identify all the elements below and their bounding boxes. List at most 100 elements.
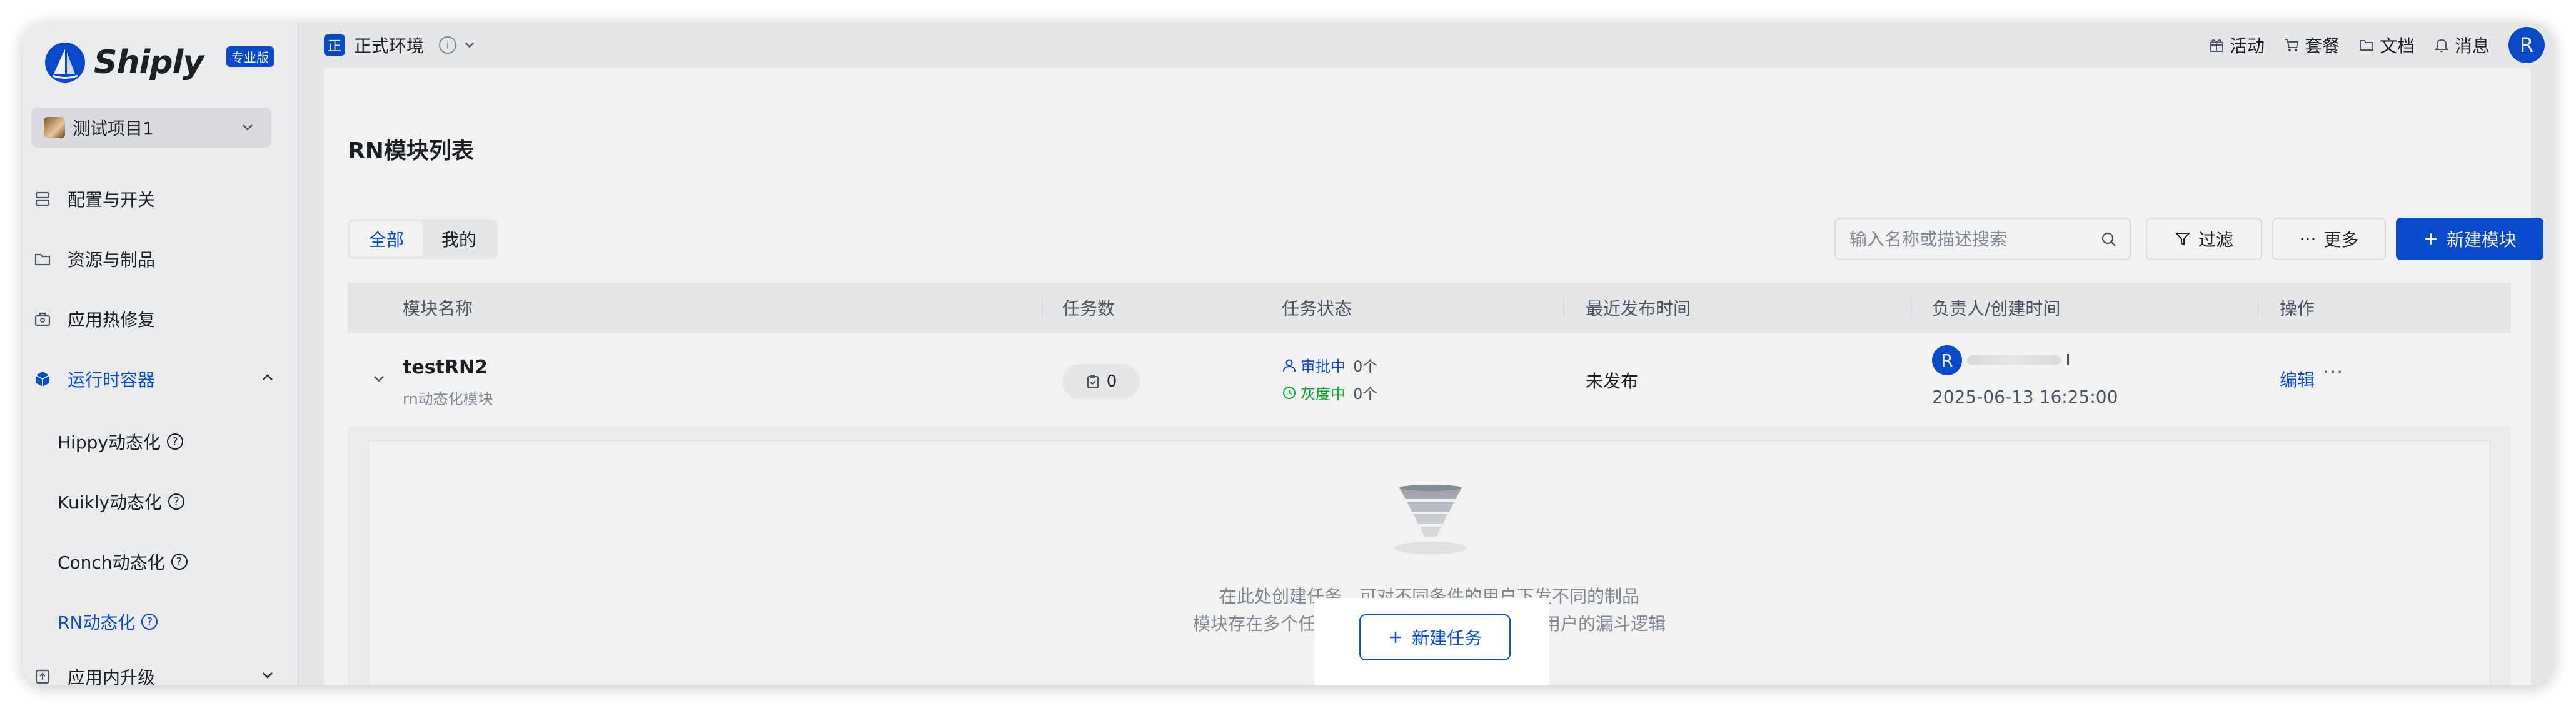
col-owner: 负责人/创建时间	[1932, 298, 2061, 319]
user-icon	[1283, 359, 1296, 372]
gift-icon	[2209, 39, 2223, 52]
funnel-icon	[2175, 233, 2191, 246]
table-header: 模块名称 任务数 任务状态 最近发布时间 负责人/创建时间 操作	[348, 283, 2511, 333]
project-selector[interactable]: 测试项目1	[31, 108, 271, 148]
last-publish: 未发布	[1586, 371, 1639, 392]
funnel-illustration	[1394, 485, 1467, 554]
owner-name-redacted	[1967, 355, 2061, 365]
activity-label: 活动	[2229, 36, 2265, 56]
chevron-down-icon[interactable]	[370, 370, 388, 388]
more-button[interactable]: ··· 更多	[2272, 218, 2386, 260]
new-module-label: 新建模块	[2446, 230, 2517, 250]
sidebar-item-label: 应用内升级	[68, 667, 156, 685]
help-icon[interactable]: ?	[141, 614, 158, 630]
edit-link[interactable]: 编辑	[2280, 367, 2315, 392]
top-bar: 正 正式环境 i 活动 套餐 文档 消息 R	[299, 23, 2553, 68]
cart-icon	[2284, 39, 2299, 51]
sidebar-item-label: 应用热修复	[68, 310, 156, 330]
task-count-badge[interactable]: 0	[1062, 364, 1140, 399]
main-content: RN模块列表 全部 我的 过滤 ··· 更多 新建模块 模块名称 任务数 任务状…	[324, 68, 2543, 685]
docs-label: 文档	[2379, 36, 2415, 56]
upgrade-icon	[33, 667, 53, 685]
module-name[interactable]: testRN2	[403, 357, 488, 378]
col-tasks: 任务数	[1062, 298, 1115, 319]
chevron-down-icon[interactable]	[461, 37, 478, 53]
plans-link[interactable]: 套餐	[2283, 33, 2340, 58]
bell-icon	[2434, 39, 2449, 52]
status-gray: 灰度中 0个	[1282, 382, 1377, 403]
sidebar-item-label: Kuikly动态化	[58, 492, 163, 513]
project-avatar	[44, 117, 65, 138]
plans-label: 套餐	[2304, 36, 2340, 56]
status-gray-label: 灰度中	[1301, 385, 1346, 403]
status-gray-count: 0个	[1353, 385, 1378, 403]
help-icon[interactable]: ?	[171, 554, 188, 570]
scope-tabs: 全部 我的	[348, 219, 498, 259]
messages-label: 消息	[2454, 36, 2490, 56]
sidebar-item-label: RN动态化	[58, 612, 136, 633]
activity-link[interactable]: 活动	[2208, 33, 2265, 58]
docs-link[interactable]: 文档	[2358, 33, 2415, 58]
sidebar-item-rn[interactable]: RN动态化 ?	[58, 604, 158, 639]
sidebar-item-hotfix[interactable]: 应用热修复	[23, 299, 298, 339]
app-logo[interactable]: Shiply 专业版	[45, 43, 274, 83]
plus-icon	[2425, 233, 2437, 245]
messages-link[interactable]: 消息	[2433, 33, 2490, 58]
highlight-spot: 新建任务	[1314, 598, 1549, 685]
sidebar-item-hippy[interactable]: Hippy动态化 ?	[58, 424, 183, 459]
task-count: 0	[1106, 372, 1117, 391]
sidebar-item-conch[interactable]: Conch动态化 ?	[58, 544, 188, 579]
sidebar-item-label: 资源与制品	[68, 250, 156, 270]
status-approving-label: 审批中	[1301, 358, 1346, 375]
tab-all[interactable]: 全部	[350, 221, 423, 256]
col-divider[interactable]	[1911, 298, 1912, 318]
col-divider[interactable]	[2257, 298, 2258, 318]
col-status: 任务状态	[1282, 298, 1352, 319]
clock-icon	[1283, 386, 1296, 399]
sidebar-item-kuikly[interactable]: Kuikly动态化 ?	[58, 484, 185, 519]
plus-icon	[1389, 632, 1401, 643]
owner-avatar: R	[1932, 345, 1962, 375]
search-input[interactable]	[1848, 228, 2088, 250]
dots-icon: ···	[2299, 228, 2317, 250]
chevron-up-icon[interactable]	[259, 369, 276, 387]
new-module-button[interactable]: 新建模块	[2396, 218, 2543, 260]
sidebar-item-upgrade[interactable]: 应用内升级	[23, 657, 298, 685]
created-time: 2025-06-13 16:25:00	[1932, 387, 2118, 407]
module-description: rn动态化模块	[403, 390, 493, 408]
col-divider[interactable]	[1042, 298, 1043, 318]
owner-name-redacted	[2067, 354, 2069, 365]
sidebar-item-resources[interactable]: 资源与制品	[23, 239, 298, 279]
row-more-icon[interactable]: ···	[2323, 362, 2344, 382]
tab-mine[interactable]: 我的	[423, 221, 495, 256]
col-divider[interactable]	[1563, 298, 1564, 318]
search-icon[interactable]	[2100, 230, 2118, 249]
status-approving-count: 0个	[1353, 358, 1378, 375]
filter-button[interactable]: 过滤	[2146, 218, 2262, 260]
app-window: Shiply 专业版 测试项目1 配置与开关 资源与制品 应用热修复 运行时容器…	[23, 23, 2553, 685]
sidebar-item-runtime[interactable]: 运行时容器	[23, 359, 298, 399]
status-approving: 审批中 0个	[1282, 354, 1377, 376]
sail-logo-icon	[45, 43, 85, 83]
sidebar: Shiply 专业版 测试项目1 配置与开关 资源与制品 应用热修复 运行时容器…	[23, 23, 299, 685]
app-name: Shiply	[94, 44, 204, 81]
env-selector[interactable]: 正式环境	[354, 33, 424, 58]
new-task-label: 新建任务	[1411, 628, 1482, 649]
table-row: testRN2 rn动态化模块 0 审批中 0个 灰度中 0个 未发布 R 20…	[348, 333, 2511, 428]
new-task-button[interactable]: 新建任务	[1359, 614, 1511, 660]
config-icon	[33, 189, 53, 209]
more-label: 更多	[2323, 230, 2359, 250]
sidebar-item-label: Hippy动态化	[58, 432, 161, 453]
chevron-down-icon[interactable]	[259, 667, 276, 684]
cube-icon	[33, 369, 53, 389]
user-avatar[interactable]: R	[2508, 27, 2545, 63]
page-title: RN模块列表	[348, 138, 474, 164]
col-last-publish: 最近发布时间	[1586, 298, 1691, 319]
help-icon[interactable]: ?	[168, 493, 185, 510]
chevron-down-icon	[243, 124, 253, 131]
info-icon[interactable]: i	[439, 36, 457, 54]
env-badge: 正	[324, 34, 345, 56]
sidebar-item-config[interactable]: 配置与开关	[23, 179, 298, 219]
col-actions: 操作	[2280, 298, 2315, 319]
help-icon[interactable]: ?	[166, 433, 183, 450]
